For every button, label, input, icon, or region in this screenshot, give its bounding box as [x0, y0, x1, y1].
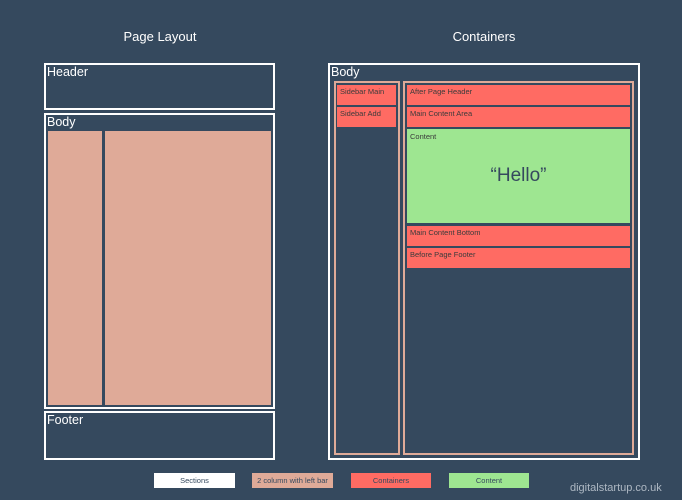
hello-text: “Hello”	[490, 165, 547, 186]
left-bar-column	[48, 131, 102, 405]
footer-label: Footer	[47, 413, 84, 427]
containers-body-label: Body	[331, 65, 360, 79]
legend-two-column: 2 column with left bar	[252, 473, 333, 488]
main-content-area-container: Main Content Area	[407, 107, 630, 127]
sidebar-main-container: Sidebar Main	[337, 85, 396, 105]
sidebar-add-container: Sidebar Add	[337, 107, 396, 127]
page-layout-title: Page Layout	[123, 29, 197, 44]
content-label: Content	[410, 132, 437, 141]
content-block: Content “Hello”	[407, 129, 630, 223]
legend-sections: Sections	[154, 473, 235, 488]
site-credit: digitalstartup.co.uk	[570, 482, 662, 494]
after-page-header-container: After Page Header	[407, 85, 630, 105]
before-page-footer-container: Before Page Footer	[407, 248, 630, 268]
sidebar-column	[334, 81, 400, 455]
body-label: Body	[47, 115, 76, 129]
containers-title: Containers	[452, 29, 516, 44]
legend-containers: Containers	[351, 473, 431, 488]
main-column	[105, 131, 271, 405]
header-section: Header	[44, 63, 275, 110]
main-content-bottom-container: Main Content Bottom	[407, 226, 630, 246]
footer-section: Footer	[44, 411, 275, 460]
header-label: Header	[47, 65, 88, 79]
legend-content: Content	[449, 473, 529, 488]
